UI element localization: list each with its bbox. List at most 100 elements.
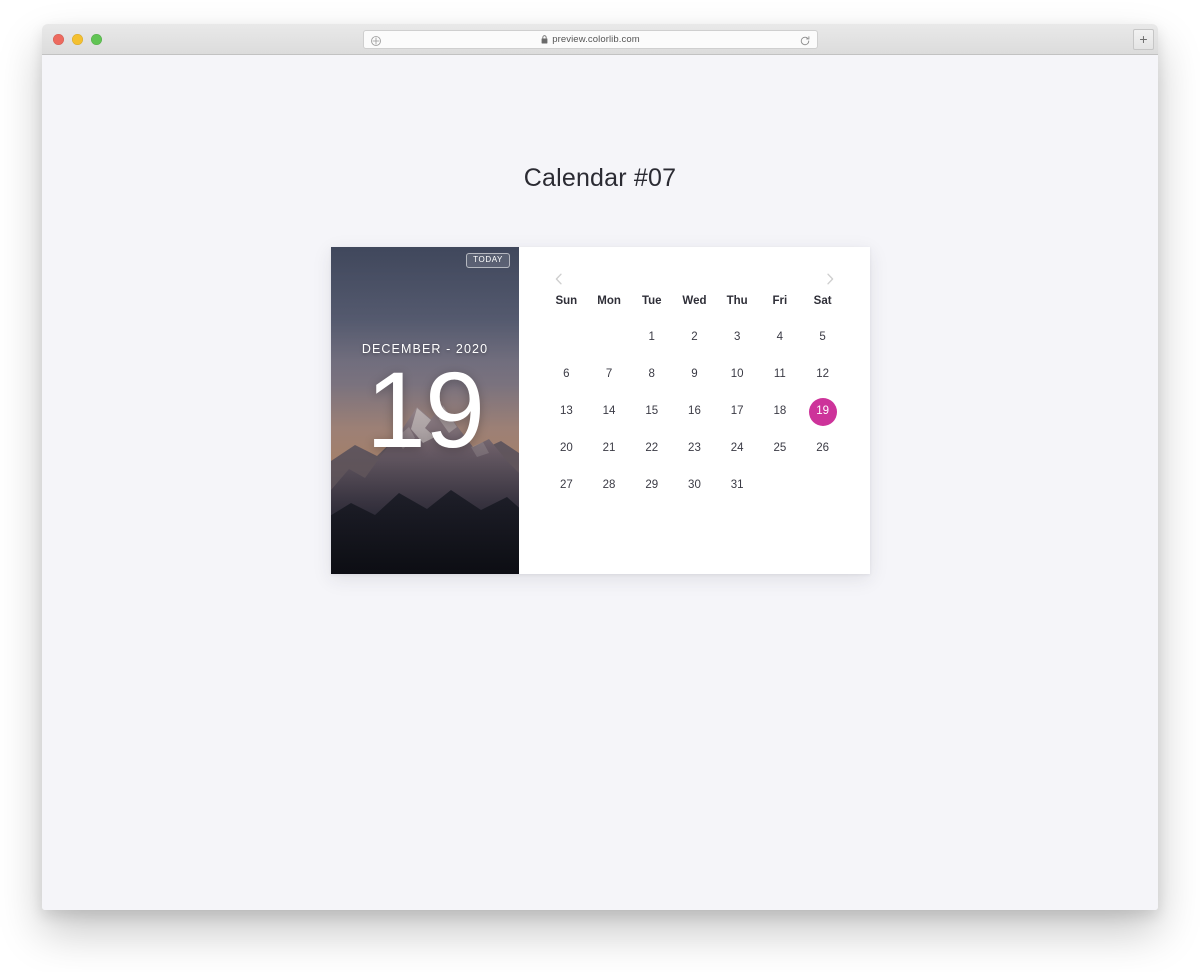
day-number: 17: [730, 404, 744, 417]
day-number: 30: [688, 478, 701, 491]
calendar-day-cell-empty: [759, 467, 802, 504]
day-number: 27: [559, 478, 573, 491]
calendar-day-cell[interactable]: 6: [545, 356, 588, 393]
lock-icon: [541, 35, 548, 44]
calendar-day-cell[interactable]: 12: [801, 356, 844, 393]
day-number: 22: [645, 441, 659, 454]
day-number: 3: [733, 330, 741, 343]
close-window-button[interactable]: [53, 34, 64, 45]
day-number: 31: [730, 478, 744, 491]
calendar-day-cell[interactable]: 24: [716, 430, 759, 467]
window-controls: [53, 34, 102, 45]
day-number: 21: [602, 441, 616, 454]
day-number: 23: [688, 441, 701, 454]
calendar-day-cell[interactable]: 21: [588, 430, 631, 467]
calendar-day-cell-empty: [588, 319, 631, 356]
calendar-widget: TODAY DECEMBER - 2020 19 Sun Mon Tue Wed…: [331, 247, 870, 574]
calendar-day-cell[interactable]: 28: [588, 467, 631, 504]
day-number: 6: [563, 367, 570, 380]
day-number: 29: [645, 478, 659, 491]
calendar-day-cell[interactable]: 18: [759, 393, 802, 430]
calendar-day-cell[interactable]: 30: [673, 467, 716, 504]
calendar-day-cell[interactable]: 22: [630, 430, 673, 467]
calendar-day-cell[interactable]: 13: [545, 393, 588, 430]
calendar-week-row: 13 14 15 16 17 18 19: [545, 393, 844, 430]
weekday-header: Sun: [555, 295, 578, 307]
day-number: 24: [730, 441, 744, 454]
calendar-week-row: 1 2 3 4 5: [545, 319, 844, 356]
calendar-day-cell[interactable]: 2: [673, 319, 716, 356]
day-number: 16: [688, 404, 701, 417]
compass-icon: [370, 34, 382, 46]
calendar-week-row: 6 7 8 9 10 11 12: [545, 356, 844, 393]
maximize-window-button[interactable]: [91, 34, 102, 45]
day-number: 1: [648, 330, 655, 343]
calendar-day-cell[interactable]: 3: [716, 319, 759, 356]
calendar-day-cell-empty: [801, 467, 844, 504]
calendar-day-cell[interactable]: 4: [759, 319, 802, 356]
day-number: 20: [559, 441, 573, 454]
today-badge[interactable]: TODAY: [466, 253, 510, 268]
calendar-day-cell[interactable]: 17: [716, 393, 759, 430]
weekday-header: Wed: [682, 295, 707, 307]
calendar-day-cell[interactable]: 16: [673, 393, 716, 430]
calendar-day-cell[interactable]: 23: [673, 430, 716, 467]
calendar-week-row: 20 21 22 23 24 25 26: [545, 430, 844, 467]
calendar-navigation: [545, 269, 844, 289]
calendar-day-cell[interactable]: 29: [630, 467, 673, 504]
calendar-big-day-number: 19: [365, 349, 485, 470]
calendar-day-cell[interactable]: 11: [759, 356, 802, 393]
calendar-day-cell[interactable]: 9: [673, 356, 716, 393]
calendar-table: Sun Mon Tue Wed Thu Fri Sat 1 2 3 4 5 6 7 8 9 10 1…: [545, 295, 844, 504]
calendar-day-cell[interactable]: 1: [630, 319, 673, 356]
calendar-day-cell[interactable]: 10: [716, 356, 759, 393]
new-tab-button[interactable]: +: [1133, 29, 1154, 50]
calendar-day-cell[interactable]: 14: [588, 393, 631, 430]
day-number: 13: [559, 404, 573, 417]
day-number: 25: [773, 441, 787, 454]
calendar-photo-panel: TODAY DECEMBER - 2020 19: [331, 247, 519, 574]
calendar-day-cell[interactable]: 26: [801, 430, 844, 467]
day-number: 12: [816, 367, 829, 380]
chevron-right-icon[interactable]: [822, 271, 838, 287]
address-bar[interactable]: preview.colorlib.com: [363, 30, 818, 49]
calendar-day-cell[interactable]: 25: [759, 430, 802, 467]
calendar-day-cell-empty: [545, 319, 588, 356]
calendar-day-cell[interactable]: 20: [545, 430, 588, 467]
calendar-day-cell[interactable]: 5: [801, 319, 844, 356]
calendar-day-cell[interactable]: 31: [716, 467, 759, 504]
day-number: 9: [691, 367, 698, 380]
day-number: 26: [816, 441, 829, 454]
calendar-day-cell[interactable]: 8: [630, 356, 673, 393]
calendar-body: 1 2 3 4 5 6 7 8 9 10 11 12 13 14 15 16 17 18 19 20 21 22 23 24 2…: [545, 319, 844, 504]
calendar-week-row: 27 28 29 30 31: [545, 467, 844, 504]
weekday-header: Tue: [641, 295, 662, 307]
calendar-weekday-header-row: Sun Mon Tue Wed Thu Fri Sat: [545, 295, 844, 319]
day-number: 5: [819, 330, 826, 343]
weekday-header: Fri: [772, 295, 788, 307]
day-number: 4: [776, 330, 784, 343]
day-number: 2: [691, 330, 698, 343]
calendar-grid-panel: Sun Mon Tue Wed Thu Fri Sat 1 2 3 4 5 6 7 8 9 10 1…: [519, 247, 870, 574]
day-number: 18: [773, 404, 787, 417]
browser-titlebar: preview.colorlib.com +: [42, 24, 1158, 55]
page-title: Calendar #07: [523, 164, 677, 192]
selected-day: 19: [808, 397, 837, 426]
url-text: preview.colorlib.com: [552, 34, 640, 45]
day-number: 8: [648, 367, 655, 380]
minimize-window-button[interactable]: [72, 34, 83, 45]
day-number: 11: [773, 367, 786, 380]
chevron-left-icon[interactable]: [551, 271, 567, 287]
weekday-header: Sat: [813, 295, 832, 307]
weekday-header: Mon: [597, 295, 621, 307]
browser-window: preview.colorlib.com + Calendar #07 TODA…: [42, 24, 1158, 910]
day-number: 15: [645, 404, 659, 417]
calendar-day-cell[interactable]: 7: [588, 356, 631, 393]
page-viewport: Calendar #07 TODAY DECEMBER - 2020 19 Su…: [42, 55, 1158, 910]
calendar-day-cell[interactable]: 19: [801, 393, 844, 430]
calendar-day-cell[interactable]: 15: [630, 393, 673, 430]
calendar-day-cell[interactable]: 27: [545, 467, 588, 504]
day-number: 28: [602, 478, 616, 491]
reload-icon[interactable]: [799, 34, 811, 46]
day-number: 10: [730, 367, 744, 380]
